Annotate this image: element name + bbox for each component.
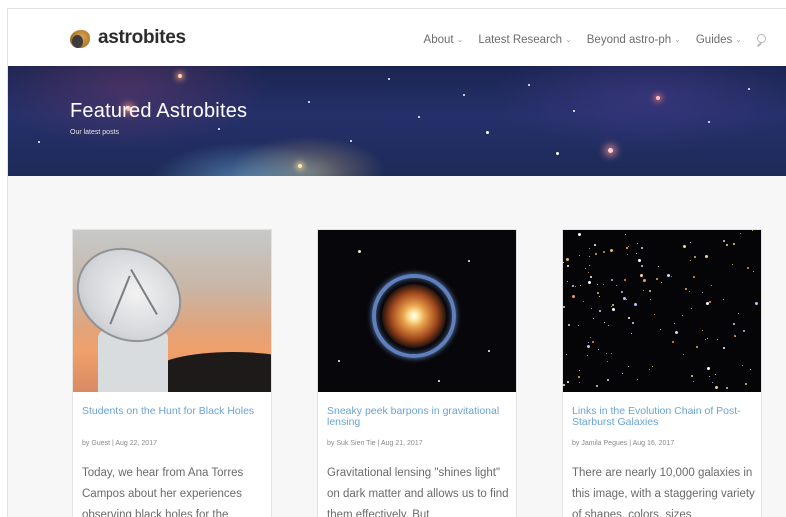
chevron-down-icon: ⌄ [735, 34, 742, 44]
chevron-down-icon: ⌄ [674, 34, 681, 44]
post-thumbnail-einstein-ring[interactable] [318, 230, 516, 392]
post-thumbnail-radio-dish[interactable] [73, 230, 271, 392]
nav-item-label: Latest Research [478, 34, 563, 46]
chevron-down-icon: ⌄ [456, 34, 464, 44]
nav-item-latest-research[interactable]: Latest Research ⌄ [478, 34, 571, 46]
logo-icon [70, 27, 92, 49]
post-meta: by Jamila Pegues | Aug 16, 2017 [572, 440, 675, 447]
chevron-down-icon: ⌄ [565, 34, 572, 44]
post-title-link[interactable]: Links in the Evolution Chain of Post-Sta… [572, 406, 752, 428]
post-meta: by Suk Sien Tie | Aug 21, 2017 [327, 440, 423, 447]
logo-text: astrobites [98, 27, 186, 48]
post-excerpt: There are nearly 10,000 galaxies in this… [572, 467, 755, 517]
nav-item-guides[interactable]: Guides ⌄ [696, 34, 742, 46]
featured-hero-banner: Featured Astrobites Our latest posts [8, 66, 786, 176]
browser-viewport: astrobites About ⌄ Latest Research ⌄ Bey… [7, 8, 786, 517]
nav-item-label: Beyond astro-ph [586, 34, 672, 46]
post-card: Links in the Evolution Chain of Post-Sta… [562, 229, 762, 517]
post-excerpt: Gravitational lensing "shines light" on … [327, 467, 509, 517]
site-logo[interactable]: astrobites [70, 27, 186, 49]
nav-item-beyond-astro-ph[interactable]: Beyond astro-ph ⌄ [587, 34, 681, 46]
main-nav: About ⌄ Latest Research ⌄ Beyond astro-p… [409, 34, 768, 47]
post-meta: by Guest | Aug 22, 2017 [82, 440, 157, 447]
nav-item-label: Guides [695, 34, 733, 46]
site-header: astrobites About ⌄ Latest Research ⌄ Bey… [8, 9, 786, 66]
post-thumbnail-galaxy-field[interactable] [563, 230, 761, 392]
page-title: Featured Astrobites [70, 100, 248, 122]
post-excerpt: Today, we hear from Ana Torres Campos ab… [82, 467, 244, 517]
nav-item-label: About [423, 34, 454, 46]
post-title-link[interactable]: Students on the Hunt for Black Holes [82, 406, 262, 417]
search-icon[interactable] [756, 34, 768, 47]
page-subtitle: Our latest posts [70, 129, 120, 136]
post-card: Sneaky peek barpons in gravitational len… [317, 229, 517, 517]
post-card: Students on the Hunt for Black Holes by … [72, 229, 272, 517]
nav-item-about[interactable]: About ⌄ [424, 34, 464, 46]
post-title-link[interactable]: Sneaky peek barpons in gravitational len… [327, 406, 507, 428]
